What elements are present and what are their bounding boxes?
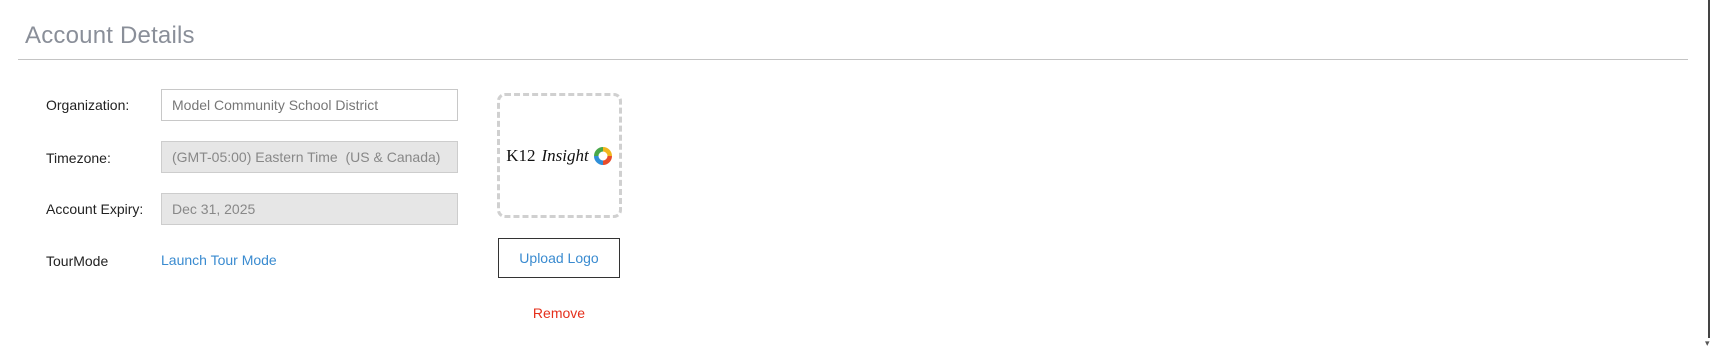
title-divider (18, 59, 1688, 60)
logo-preview: K12 Insight (497, 93, 622, 218)
section-title: Account Details (25, 22, 195, 49)
timezone-input (161, 141, 458, 173)
organization-label: Organization: (46, 97, 130, 113)
upload-logo-button[interactable]: Upload Logo (498, 238, 620, 278)
account-expiry-input (161, 193, 458, 225)
logo-text-italic: Insight (541, 145, 589, 165)
logo-text-main: K12 (506, 145, 536, 165)
scroll-down-arrow-icon[interactable]: ▾ (1705, 338, 1713, 348)
timezone-label: Timezone: (46, 150, 111, 166)
remove-logo-link[interactable]: Remove (498, 305, 620, 321)
organization-input[interactable] (161, 89, 458, 121)
logo-ring-icon (593, 146, 612, 165)
scrollbar-thumb[interactable] (1708, 0, 1710, 338)
account-expiry-label: Account Expiry: (46, 201, 144, 217)
launch-tour-mode-link[interactable]: Launch Tour Mode (161, 252, 277, 268)
vertical-scrollbar[interactable]: ▾ (1705, 0, 1713, 350)
tour-mode-label: TourMode (46, 253, 109, 269)
k12-insight-logo: K12 Insight (506, 146, 613, 166)
